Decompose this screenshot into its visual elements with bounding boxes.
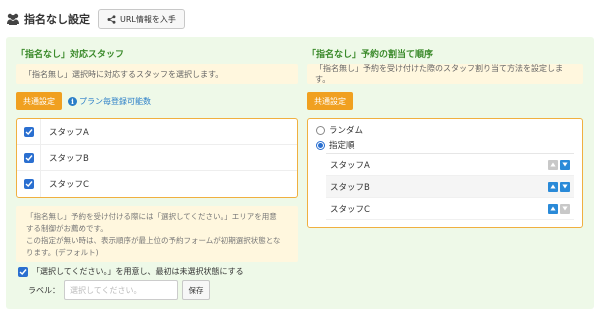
random-radio[interactable] bbox=[316, 125, 325, 135]
move-up-button[interactable] bbox=[548, 203, 558, 214]
staff-order-list: スタッフA スタッフB スタッフC bbox=[326, 153, 574, 220]
info-icon: i bbox=[68, 97, 77, 106]
staff-section-title: 「指名なし」対応スタッフ bbox=[16, 50, 125, 60]
use-placeholder-checkbox[interactable] bbox=[18, 266, 28, 277]
check-icon bbox=[19, 268, 27, 275]
arrow-up-icon bbox=[550, 206, 556, 211]
plan-limit-link[interactable]: i プラン毎登録可能数 bbox=[68, 96, 151, 107]
order-staff-name: スタッフC bbox=[330, 204, 370, 215]
warning-line: この指定が無い時は、表示順序が最上位の予約フォームが初期選択状態とな bbox=[26, 236, 281, 245]
use-placeholder-option[interactable]: 「選択してください。」を用意し、最初は未選択状態にする bbox=[18, 266, 244, 277]
arrow-down-icon bbox=[562, 162, 568, 167]
warning-line: ります。(デフォルト) bbox=[26, 248, 99, 257]
staff-row[interactable]: スタッフA bbox=[17, 119, 297, 145]
staff-c-checkbox[interactable] bbox=[23, 179, 34, 189]
arrow-down-icon bbox=[562, 184, 568, 189]
order-staff-name: スタッフB bbox=[330, 182, 370, 193]
label-input[interactable]: 選択してください。 bbox=[64, 280, 178, 300]
use-placeholder-label: 「選択してください。」を用意し、最初は未選択状態にする bbox=[32, 267, 244, 276]
plan-limit-link-label: プラン毎登録可能数 bbox=[79, 97, 151, 106]
move-up-button[interactable] bbox=[548, 159, 558, 170]
random-label: ランダム bbox=[329, 126, 364, 136]
staff-checkbox-list: スタッフA スタッフB スタッフC bbox=[16, 118, 298, 198]
label-setting-row: ラベル： 選択してください。 保存 bbox=[28, 280, 210, 300]
staff-common-settings-button[interactable]: 共通設定 bbox=[16, 92, 62, 110]
staff-b-label: スタッフB bbox=[49, 153, 89, 164]
staff-b-checkbox[interactable] bbox=[23, 152, 34, 163]
specified-order-label: 指定順 bbox=[329, 141, 355, 151]
staff-c-label: スタッフC bbox=[49, 180, 89, 190]
page-title: 指名なし設定 bbox=[24, 13, 90, 26]
settings-panel: 「指名なし」対応スタッフ 「指名無し」選択時に対応するスタッフを選択します。 共… bbox=[6, 37, 594, 309]
order-section-title: 「指名なし」予約の割当て順序 bbox=[307, 50, 434, 60]
check-icon bbox=[25, 181, 33, 188]
get-url-button-label: URL情報を入手 bbox=[120, 14, 176, 24]
order-row: スタッフB bbox=[326, 176, 574, 198]
staff-row[interactable]: スタッフB bbox=[17, 145, 297, 171]
order-row: スタッフC bbox=[326, 198, 574, 220]
arrow-down-icon bbox=[562, 206, 568, 211]
save-button[interactable]: 保存 bbox=[182, 280, 210, 300]
page-header: 指名なし設定 URL情報を入手 bbox=[6, 8, 185, 30]
option-specified-order[interactable]: 指定順 bbox=[316, 139, 355, 151]
label-caption: ラベル： bbox=[28, 285, 60, 295]
warning-line: 「指名無し」予約を受け付ける際には「選択してください。」エリアを用意 bbox=[26, 212, 277, 221]
staff-section-note: 「指名無し」選択時に対応するスタッフを選択します。 bbox=[16, 64, 298, 84]
warning-line: する制御がお薦めです。 bbox=[26, 224, 108, 233]
order-common-settings-button[interactable]: 共通設定 bbox=[307, 92, 353, 110]
arrow-up-icon bbox=[550, 162, 556, 167]
check-icon bbox=[25, 128, 33, 135]
move-up-button[interactable] bbox=[548, 181, 558, 192]
get-url-button[interactable]: URL情報を入手 bbox=[98, 9, 185, 29]
arrow-up-icon bbox=[550, 184, 556, 189]
users-icon bbox=[7, 13, 19, 25]
order-section-note: 「指名無し」予約を受け付けた際のスタッフ割り当て方法を設定します。 bbox=[307, 64, 583, 84]
order-row: スタッフA bbox=[326, 154, 574, 176]
staff-a-label: スタッフA bbox=[49, 127, 89, 138]
move-down-button[interactable] bbox=[560, 159, 570, 170]
option-random[interactable]: ランダム bbox=[316, 124, 363, 136]
move-down-button[interactable] bbox=[560, 203, 570, 214]
specified-order-radio[interactable] bbox=[316, 140, 325, 150]
staff-a-checkbox[interactable] bbox=[23, 126, 34, 137]
order-staff-name: スタッフA bbox=[330, 160, 370, 171]
check-icon bbox=[25, 154, 33, 161]
move-down-button[interactable] bbox=[560, 181, 570, 192]
staff-row[interactable]: スタッフC bbox=[17, 171, 297, 197]
placeholder-warning-note: 「指名無し」予約を受け付ける際には「選択してください。」エリアを用意 する制御が… bbox=[16, 206, 298, 262]
share-icon bbox=[107, 14, 116, 24]
order-settings-box: ランダム 指定順 スタッフA スタッフB スタッフC bbox=[307, 118, 583, 228]
